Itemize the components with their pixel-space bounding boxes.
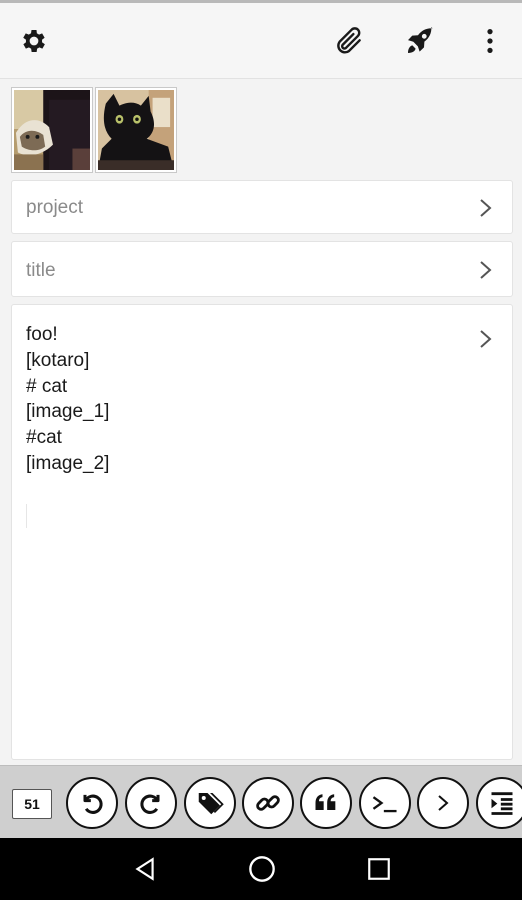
- body-line: foo!: [26, 324, 58, 345]
- blockquote-button[interactable]: [417, 777, 469, 829]
- body-line: [kotaro]: [26, 349, 90, 371]
- formatting-toolbar: 51: [0, 765, 522, 838]
- paperclip-icon: [337, 27, 361, 54]
- back-icon: [135, 857, 154, 881]
- body-line: [image_2]: [26, 452, 110, 474]
- quote-button[interactable]: [300, 777, 352, 829]
- redo-button[interactable]: [125, 777, 177, 829]
- body-text[interactable]: foo! [kotaro] # cat [image_1] #cat [imag…: [26, 322, 466, 477]
- attach-button[interactable]: [331, 21, 367, 61]
- chevron-right-icon: [480, 330, 492, 348]
- text-cursor: [26, 504, 27, 528]
- black-cat-photo-image: [98, 90, 174, 170]
- home-button[interactable]: [247, 854, 277, 884]
- code-button[interactable]: [359, 777, 411, 829]
- recents-icon: [368, 858, 390, 880]
- chevron-right-icon: [438, 795, 449, 811]
- settings-button[interactable]: [16, 21, 52, 61]
- terminal-icon: [372, 796, 397, 813]
- link-icon: [256, 795, 280, 811]
- tag-icon: [198, 793, 224, 815]
- char-count: 51: [12, 789, 52, 819]
- tag-button[interactable]: [184, 777, 236, 829]
- thumbnail-image-1[interactable]: [11, 87, 93, 173]
- body-line: #cat: [26, 427, 62, 449]
- overflow-menu-button[interactable]: [472, 21, 508, 61]
- title-field[interactable]: title: [11, 241, 513, 297]
- back-button[interactable]: [130, 854, 160, 884]
- project-field[interactable]: project: [11, 180, 513, 234]
- action-bar: [0, 3, 522, 79]
- body-editor[interactable]: foo! [kotaro] # cat [image_1] #cat [imag…: [11, 304, 513, 760]
- home-icon: [249, 856, 275, 882]
- indent-icon: [491, 792, 513, 815]
- title-placeholder: title: [26, 260, 56, 281]
- app-screen: project title foo! [kotaro] # cat [image…: [0, 0, 522, 900]
- system-navigation-bar: [0, 838, 522, 900]
- link-button[interactable]: [242, 777, 294, 829]
- post-button[interactable]: [402, 21, 438, 61]
- body-line: # cat: [26, 375, 68, 397]
- cat-photo-image: [14, 90, 90, 170]
- project-placeholder: project: [26, 197, 84, 218]
- recents-button[interactable]: [364, 854, 394, 884]
- chevron-right-icon: [480, 199, 492, 217]
- quote-icon: [315, 794, 336, 810]
- chevron-right-icon: [480, 261, 492, 279]
- more-vert-icon: [487, 29, 493, 53]
- redo-icon: [140, 794, 160, 814]
- body-line: [image_1]: [26, 401, 110, 423]
- gear-icon: [23, 30, 45, 52]
- rocket-icon: [408, 26, 433, 53]
- undo-button[interactable]: [66, 777, 118, 829]
- undo-icon: [83, 794, 103, 814]
- indent-button[interactable]: [476, 777, 522, 829]
- thumbnail-image-2[interactable]: [95, 87, 177, 173]
